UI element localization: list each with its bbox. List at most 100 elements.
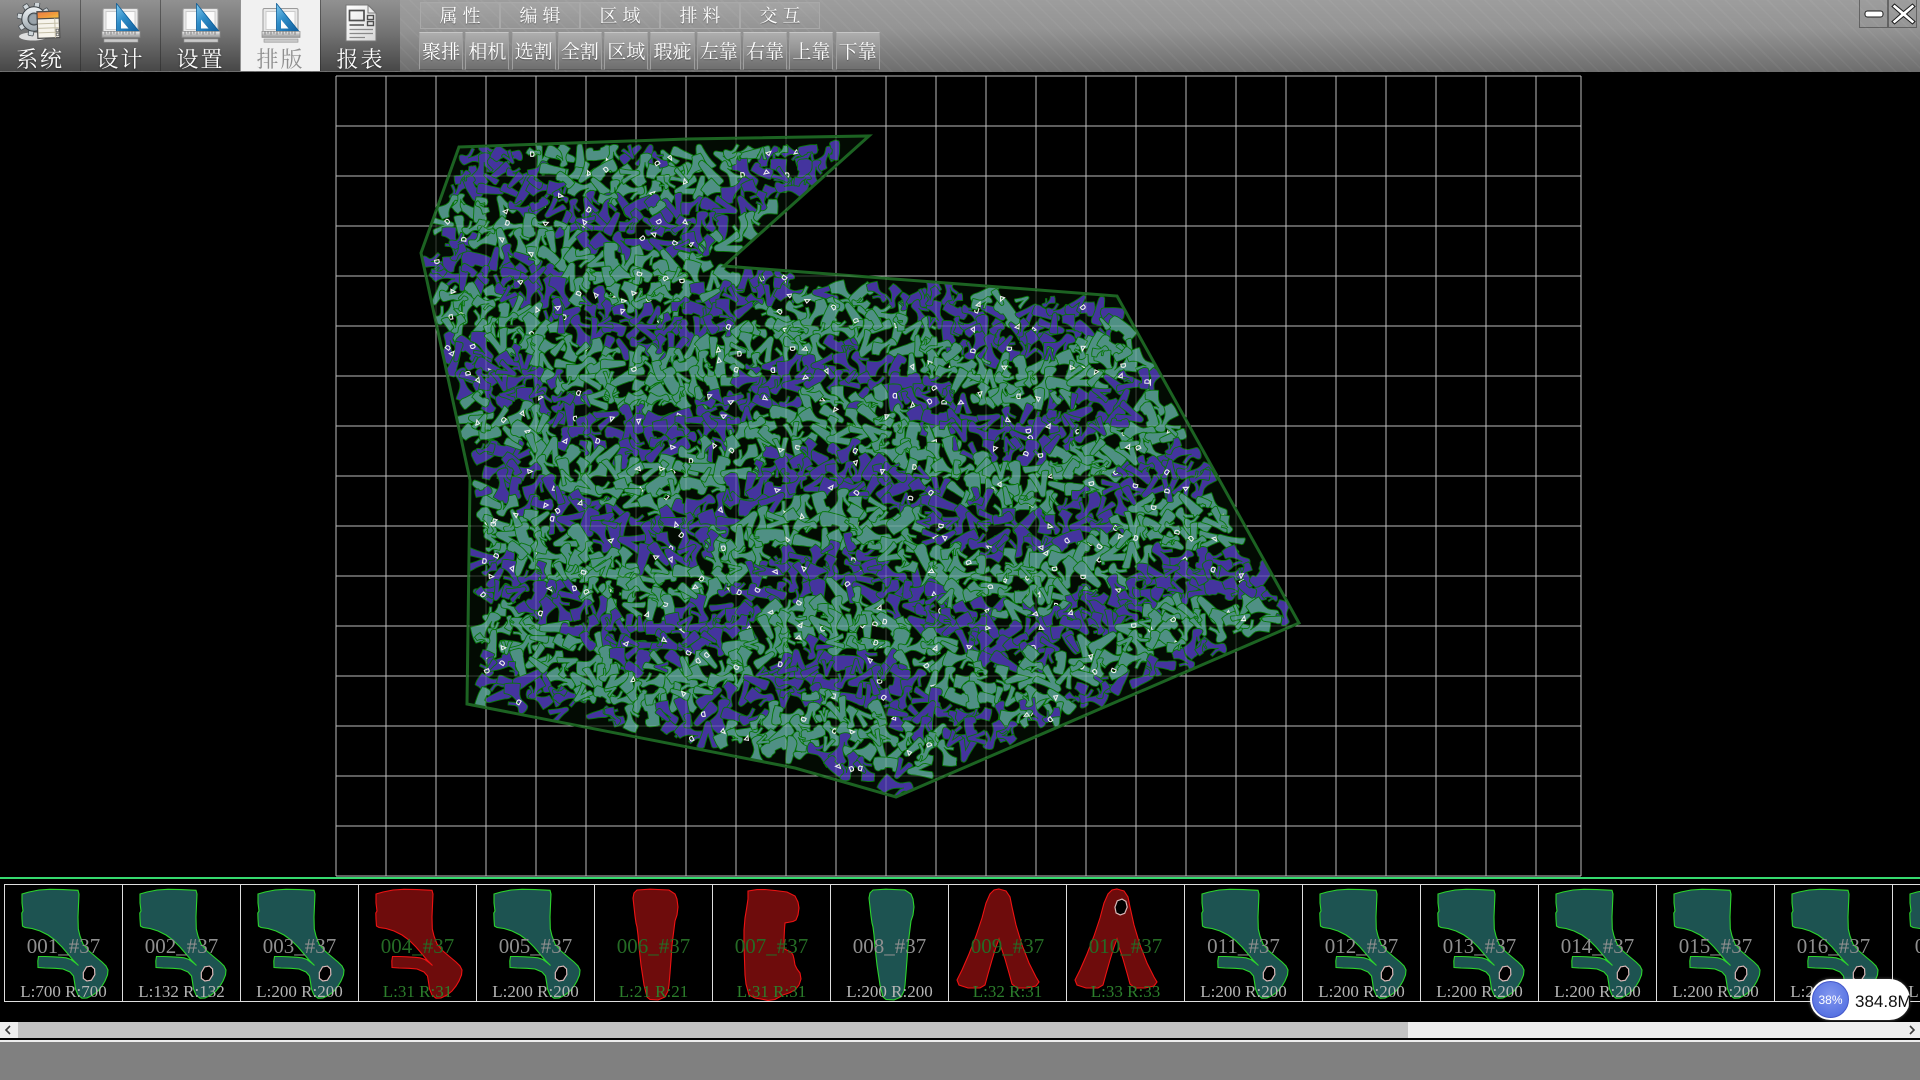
- part-cell-013_#37[interactable]: 013_#37 L:200 R:200: [1420, 884, 1539, 1002]
- nav-label: 设置: [161, 43, 240, 74]
- tool-button-2[interactable]: 相机: [465, 32, 509, 70]
- tool-button-10[interactable]: 下靠: [836, 32, 880, 70]
- usage-percent-badge: 38%: [1812, 981, 1849, 1018]
- part-counts-label: L:31 R:31: [359, 982, 476, 1002]
- part-id-label: 013_#37: [1421, 934, 1538, 959]
- menu-tab-3[interactable]: 区域: [580, 2, 660, 29]
- part-id-label: 012_#37: [1303, 934, 1420, 959]
- nav-label: 排版: [241, 43, 320, 74]
- part-id-label: 014_#37: [1539, 934, 1656, 959]
- tool-button-4[interactable]: 全割: [558, 32, 602, 70]
- part-counts-label: L:700 R:700: [5, 982, 122, 1002]
- part-id-label: 010_#37: [1067, 934, 1184, 959]
- part-id-label: 007_#37: [713, 934, 830, 959]
- hide-scene: [0, 72, 1920, 877]
- menu-tab-2[interactable]: 编辑: [500, 2, 580, 29]
- minimize-button[interactable]: [1859, 0, 1888, 28]
- scrollbar-thumb[interactable]: [18, 1022, 1408, 1038]
- scroll-left-arrow[interactable]: [0, 1022, 17, 1038]
- chevron-left-icon: [0, 1022, 17, 1038]
- part-cell-004_#37[interactable]: 004_#37 L:31 R:31: [358, 884, 477, 1002]
- nav-button-5[interactable]: 报表: [320, 0, 400, 71]
- part-counts-label: L:200 R:200: [477, 982, 594, 1002]
- part-cell-014_#37[interactable]: 014_#37 L:200 R:200: [1538, 884, 1657, 1002]
- close-button[interactable]: [1888, 0, 1917, 28]
- gear-notebook-icon: [17, 3, 63, 43]
- part-id-label: 009_#37: [949, 934, 1066, 959]
- part-counts-label: L:31 R:31: [713, 982, 830, 1002]
- part-id-label: 001_#37: [5, 934, 122, 959]
- horizontal-scrollbar[interactable]: [0, 1022, 1920, 1038]
- chevron-right-icon: [1903, 1022, 1920, 1038]
- part-id-label: 016_#37: [1775, 934, 1892, 959]
- tool-button-5[interactable]: 区域: [604, 32, 648, 70]
- usage-badge: 38% 384.8M: [1810, 979, 1910, 1020]
- nav-label: 系统: [0, 43, 80, 74]
- close-icon: [1889, 0, 1918, 28]
- part-cell-007_#37[interactable]: 007_#37 L:31 R:31: [712, 884, 831, 1002]
- parts-strip: 001_#37L:700 R:700002_#37L:132 R:132003_…: [4, 884, 1920, 1002]
- part-cell-003_#37[interactable]: 003_#37 L:200 R:200: [240, 884, 359, 1002]
- menu-tab-1[interactable]: 属性: [420, 2, 500, 29]
- tool-button-8[interactable]: 右靠: [743, 32, 787, 70]
- top-toolbar: 系统 设计: [0, 0, 1920, 72]
- part-id-label: 006_#37: [595, 934, 712, 959]
- part-id-label: 004_#37: [359, 934, 476, 959]
- menu-tab-4[interactable]: 排料: [660, 2, 740, 29]
- nav-button-1[interactable]: 系统: [0, 0, 80, 71]
- part-counts-label: L:200 R:200: [1657, 982, 1774, 1002]
- nav-button-4[interactable]: 排版: [240, 0, 320, 71]
- part-cell-005_#37[interactable]: 005_#37 L:200 R:200: [476, 884, 595, 1002]
- part-cell-010_#37[interactable]: 010_#37 L:33 R:33: [1066, 884, 1185, 1002]
- tool-buttons: 聚排相机选割全割区域瑕疵左靠右靠上靠下靠: [419, 32, 882, 70]
- tool-button-3[interactable]: 选割: [512, 32, 556, 70]
- status-bar: [0, 1040, 1920, 1080]
- nav-button-3[interactable]: 设置: [160, 0, 240, 71]
- part-cell-011_#37[interactable]: 011_#37 L:200 R:200: [1184, 884, 1303, 1002]
- part-id-label: 017_#37: [1893, 934, 1920, 959]
- part-cell-006_#37[interactable]: 006_#37 L:21 R:21: [594, 884, 713, 1002]
- set-square-icon: [178, 3, 224, 43]
- part-counts-label: L:132 R:132: [123, 982, 240, 1002]
- part-id-label: 011_#37: [1185, 934, 1302, 959]
- part-id-label: 008_#37: [831, 934, 948, 959]
- window-controls: [1859, 0, 1917, 28]
- set-square-icon: [98, 3, 144, 43]
- tool-button-9[interactable]: 上靠: [789, 32, 833, 70]
- part-cell-002_#37[interactable]: 002_#37 L:132 R:132: [122, 884, 241, 1002]
- part-cell-001_#37[interactable]: 001_#37 L:700 R:700: [4, 884, 123, 1002]
- part-counts-label: L:32 R:31: [949, 982, 1066, 1002]
- part-id-label: 015_#37: [1657, 934, 1774, 959]
- part-id-label: 003_#37: [241, 934, 358, 959]
- memory-label: 384.8M: [1855, 979, 1912, 1020]
- nesting-canvas[interactable]: [0, 72, 1920, 877]
- part-counts-label: L:33 R:33: [1067, 982, 1184, 1002]
- part-counts-label: L:200 R:200: [1185, 982, 1302, 1002]
- main-nav: 系统 设计: [0, 0, 400, 71]
- part-cell-015_#37[interactable]: 015_#37 L:200 R:200: [1656, 884, 1775, 1002]
- part-counts-label: L:200 R:200: [1421, 982, 1538, 1002]
- scroll-right-arrow[interactable]: [1903, 1022, 1920, 1038]
- minimize-icon: [1860, 0, 1889, 28]
- nav-label: 报表: [321, 43, 400, 74]
- app-window: 系统 设计: [0, 0, 1920, 1080]
- part-counts-label: L:200 R:200: [831, 982, 948, 1002]
- tool-button-7[interactable]: 左靠: [697, 32, 741, 70]
- tool-button-6[interactable]: 瑕疵: [650, 32, 694, 70]
- nav-button-2[interactable]: 设计: [80, 0, 160, 71]
- part-counts-label: L:200 R:200: [241, 982, 358, 1002]
- part-counts-label: L:21 R:21: [595, 982, 712, 1002]
- tool-button-1[interactable]: 聚排: [419, 32, 463, 70]
- part-id-label: 002_#37: [123, 934, 240, 959]
- set-square-icon: [258, 3, 304, 43]
- nav-label: 设计: [81, 43, 160, 74]
- menu-tab-5[interactable]: 交互: [740, 2, 820, 29]
- part-counts-label: L:200 R:200: [1539, 982, 1656, 1002]
- report-document-icon: [338, 3, 384, 43]
- part-cell-009_#37[interactable]: 009_#37 L:32 R:31: [948, 884, 1067, 1002]
- part-cell-012_#37[interactable]: 012_#37L:200 R:200: [1302, 884, 1421, 1002]
- strip-separator: [0, 877, 1920, 879]
- part-id-label: 005_#37: [477, 934, 594, 959]
- menu-tabs: 属性编辑区域排料交互: [420, 2, 820, 29]
- part-cell-008_#37[interactable]: 008_#37 L:200 R:200: [830, 884, 949, 1002]
